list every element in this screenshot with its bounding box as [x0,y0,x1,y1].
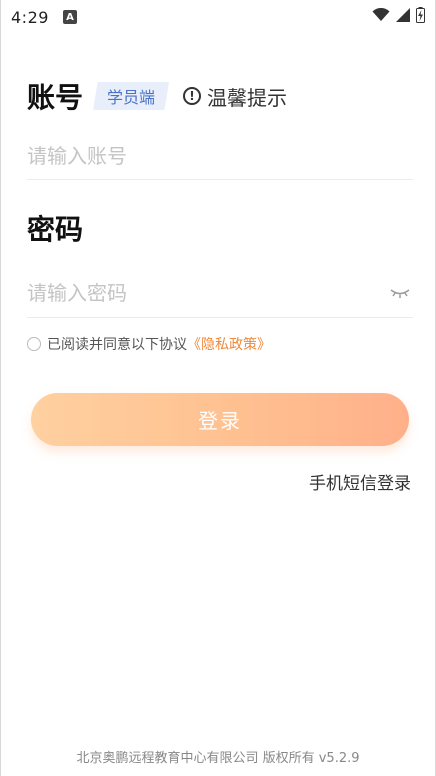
login-screen: 4:29 A 账号 学员端 ! 温馨提示 密码 [0,0,436,776]
status-time: 4:29 [11,7,49,27]
account-field [27,132,413,180]
privacy-policy-link[interactable]: 《隐私政策》 [187,334,271,354]
wifi-icon [372,8,390,21]
copyright-footer: 北京奥鹏远程教育中心有限公司 版权所有 v5.2.9 [76,751,360,766]
battery-icon [416,7,425,23]
role-badge: 学员端 [93,82,170,110]
status-indicators [372,7,425,23]
password-title: 密码 [27,213,84,246]
eye-closed-icon[interactable] [387,283,413,303]
notification-icon: A [62,10,77,24]
account-header: 账号 学员端 ! 温馨提示 [27,76,287,116]
login-button[interactable]: 登录 [31,393,409,446]
password-input[interactable] [27,280,387,305]
account-input[interactable] [27,143,413,168]
tip-link[interactable]: ! 温馨提示 [183,82,287,111]
signal-icon [396,8,410,22]
agreement-row: 已阅读并同意以下协议 《隐私政策》 [27,334,271,354]
sms-login-link[interactable]: 手机短信登录 [309,469,411,494]
status-bar: 4:29 A [1,0,435,34]
password-field [27,268,413,318]
agreement-text: 已阅读并同意以下协议 [47,337,187,353]
account-title: 账号 [27,81,84,114]
tip-label: 温馨提示 [207,85,288,110]
exclamation-icon: ! [183,87,202,105]
agreement-checkbox[interactable] [27,337,41,351]
